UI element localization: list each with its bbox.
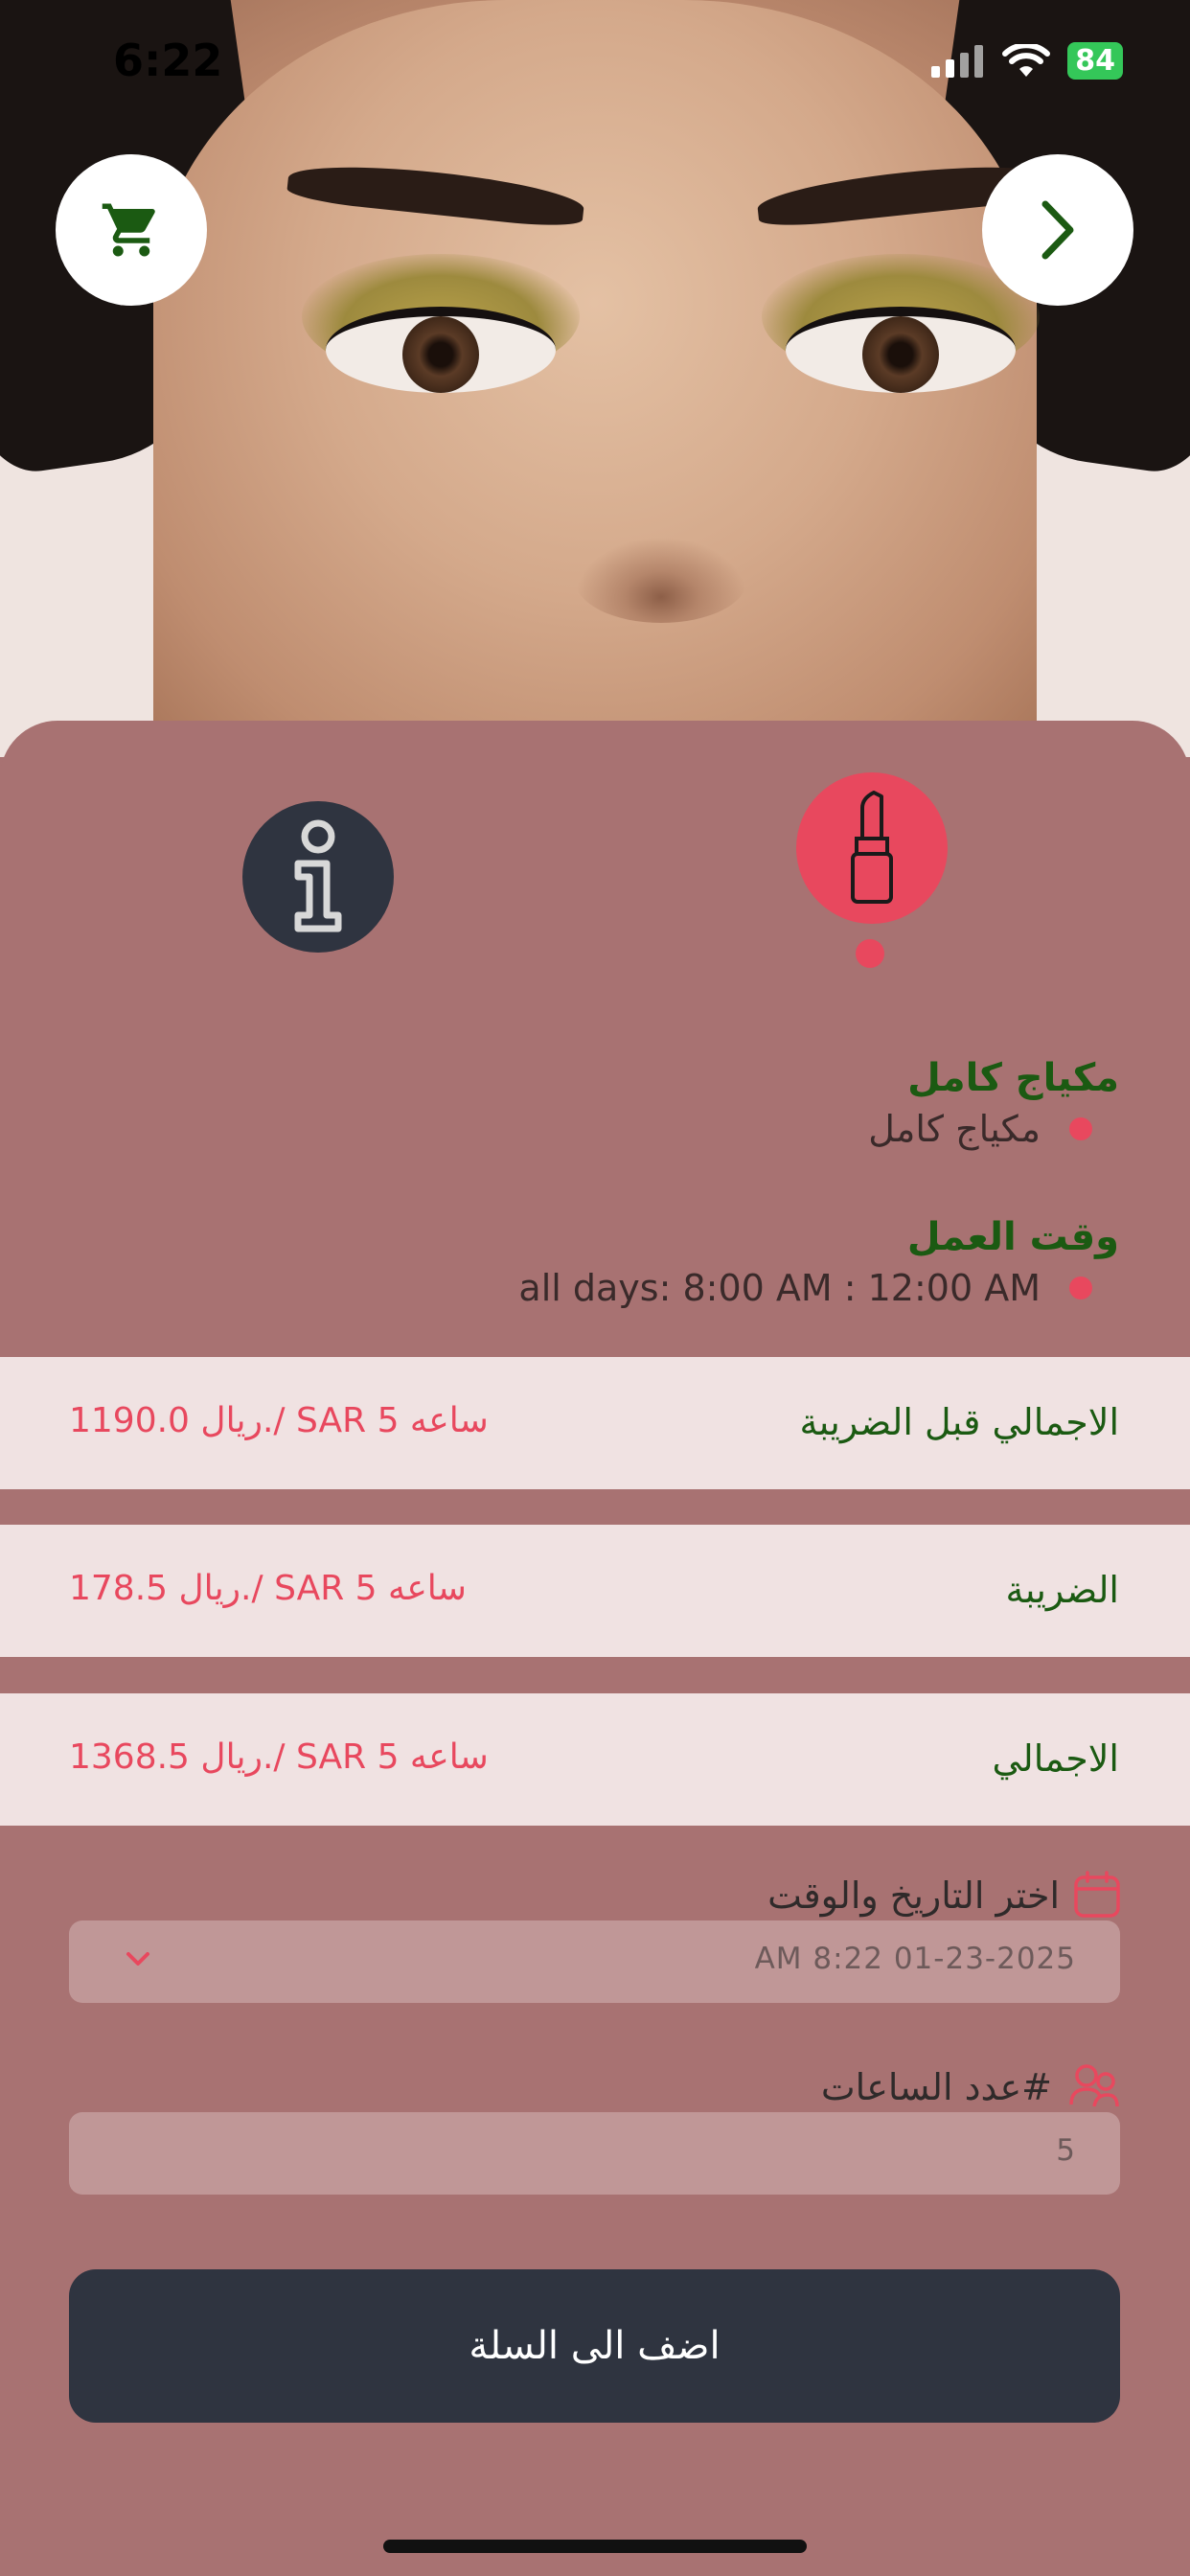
service-title: مكياج كامل <box>907 1056 1119 1100</box>
tab-info[interactable] <box>242 801 394 953</box>
datetime-picker[interactable]: AM 8:22 01-23-2025 <box>69 1920 1120 2003</box>
tax-value: 178.5 ريال./ SAR 5 ساعه <box>69 1569 467 1608</box>
subtotal-label: الاجمالي قبل الضريبة <box>799 1401 1119 1443</box>
hours-value: 5 <box>1056 2133 1076 2168</box>
bullet-dot <box>1069 1117 1092 1140</box>
wifi-icon <box>1002 43 1051 77</box>
work-time-title: وقت العمل <box>906 1215 1119 1259</box>
info-icon <box>294 819 342 932</box>
datetime-value: AM 8:22 01-23-2025 <box>754 1942 1076 1976</box>
add-to-cart-label: اضف الى السلة <box>469 2324 721 2368</box>
calendar-icon <box>1074 1871 1120 1918</box>
bullet-dot <box>1069 1276 1092 1300</box>
active-tab-indicator <box>856 939 884 968</box>
total-value: 1368.5 ريال./ SAR 5 ساعه <box>69 1737 489 1777</box>
hours-input[interactable]: 5 <box>69 2112 1120 2195</box>
status-icons: 84 <box>931 42 1123 80</box>
tax-row: الضريبة 178.5 ريال./ SAR 5 ساعه <box>0 1525 1190 1657</box>
people-icon <box>1069 2064 1119 2107</box>
total-row: الاجمالي 1368.5 ريال./ SAR 5 ساعه <box>0 1693 1190 1826</box>
service-value: مكياج كامل <box>868 1108 1041 1150</box>
lipstick-icon <box>851 791 893 904</box>
tax-label: الضريبة <box>1005 1569 1119 1611</box>
status-time: 6:22 <box>113 34 223 86</box>
total-label: الاجمالي <box>992 1737 1119 1780</box>
home-indicator <box>383 2540 807 2553</box>
datetime-label: اختر التاريخ والوقت <box>767 1874 1060 1917</box>
chevron-down-icon <box>126 1952 149 1966</box>
photo-nose <box>575 537 747 623</box>
cart-icon <box>102 203 155 257</box>
cart-button[interactable] <box>56 154 207 306</box>
chevron-right-icon <box>1041 200 1074 260</box>
hero-photo <box>0 0 1190 757</box>
next-button[interactable] <box>982 154 1133 306</box>
signal-icon <box>931 44 984 78</box>
add-to-cart-button[interactable]: اضف الى السلة <box>69 2269 1120 2423</box>
subtotal-row: الاجمالي قبل الضريبة 1190.0 ريال./ SAR 5… <box>0 1357 1190 1489</box>
hours-label: #عدد الساعات <box>820 2066 1052 2108</box>
battery-indicator: 84 <box>1067 42 1123 80</box>
photo-eye <box>326 307 556 393</box>
subtotal-value: 1190.0 ريال./ SAR 5 ساعه <box>69 1401 489 1440</box>
photo-eye <box>786 307 1016 393</box>
tab-makeup[interactable] <box>796 772 948 924</box>
work-time-value: all days: 8:00 AM : 12:00 AM <box>518 1267 1041 1309</box>
